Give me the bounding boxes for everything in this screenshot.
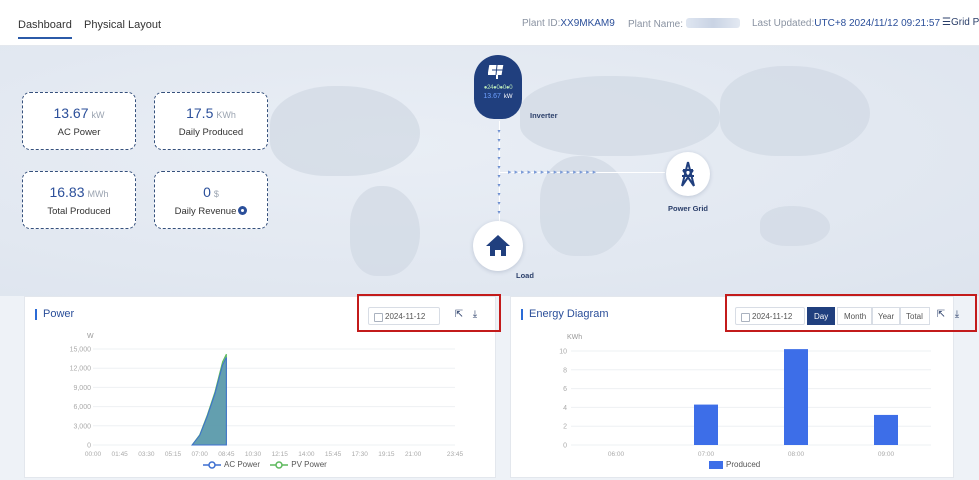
top-nav-bar: Dashboard Physical Layout Plant ID:XX9MK… (0, 0, 979, 46)
stat-total-produced: 16.83 MWh Total Produced (22, 171, 136, 229)
power-x-tick-label: 19:15 (378, 451, 395, 458)
tab-dashboard[interactable]: Dashboard (18, 19, 72, 39)
power-y-tick-label: 6,000 (73, 404, 91, 411)
energy-x-tick-label: 09:00 (878, 451, 895, 458)
power-x-tick-label: 23:45 (447, 451, 464, 458)
power-chart: W 15,000 12,000 9,000 6,000 3,000 000:00 01:45 0… (70, 333, 464, 458)
power-x-tick-label: 00:00 (85, 451, 102, 458)
flow-arrows-right: ▸▸▸▸▸▸▸▸▸▸▸▸▸▸ (508, 169, 600, 176)
load-label: Load (516, 271, 534, 280)
inverter-icon (488, 64, 504, 79)
power-y-tick-label: 15,000 (70, 347, 92, 354)
energy-legend: Produced (709, 460, 760, 469)
energy-y-tick-label: 8 (563, 367, 567, 374)
power-legend: AC Power PV Power (203, 460, 327, 469)
energy-chart: KWh 10 8 6 4 2 0 06:00 07:00 08:00 09:00 (559, 334, 931, 458)
power-x-tick-label: 05:15 (165, 451, 182, 458)
power-panel: Power 2024-11-12 ⇱ ⤓ W 15,000 12,000 9,000 6… (24, 294, 501, 478)
plant-id: Plant ID:XX9MKAM9 (522, 18, 615, 29)
stat-daily-produced: 17.5 KWh Daily Produced (154, 92, 268, 150)
inverter-label: Inverter (530, 111, 558, 120)
tab-physical-layout[interactable]: Physical Layout (84, 19, 161, 31)
load-node[interactable] (473, 221, 523, 271)
energy-x-tick-label: 08:00 (788, 451, 805, 458)
power-x-tick-label: 12:15 (272, 451, 289, 458)
inverter-status-leds: ●24●0●0●0 (483, 85, 513, 91)
stat-daily-revenue: 0 $ Daily Revenue (154, 171, 268, 229)
power-x-tick-label: 08:45 (218, 451, 235, 458)
energy-y-tick-label: 4 (563, 405, 567, 412)
menu-icon: ☰ (942, 17, 951, 28)
plant-name-redacted (686, 18, 741, 28)
legend-label-produced[interactable]: Produced (726, 460, 760, 469)
legend-label-ac-power[interactable]: AC Power (224, 460, 260, 469)
map-shape-north-america (270, 86, 420, 176)
power-y-axis-unit: W (87, 333, 94, 340)
highlight-box-power-controls (357, 294, 501, 332)
inverter-power-readout: 13.67 kW (483, 93, 513, 100)
power-y-tick-label: 12,000 (70, 366, 92, 373)
power-x-tick-label: 14:00 (298, 451, 315, 458)
power-y-tick-label: 0 (87, 443, 91, 450)
power-x-tick-label: 01:45 (112, 451, 129, 458)
home-icon (486, 235, 510, 256)
inverter-node[interactable]: ●24●0●0●0 13.67 kW (474, 55, 522, 119)
energy-panel-title: Energy Diagram (521, 309, 608, 320)
power-grid-label: Power Grid (668, 204, 709, 213)
power-x-tick-label: 15:45 (325, 451, 342, 458)
map-shape-asia (720, 66, 870, 156)
last-updated: Last Updated:UTC+8 2024/11/12 09:21:57 (752, 18, 941, 29)
power-x-tick-label: 21:00 (405, 451, 422, 458)
energy-panel: Energy Diagram 2024-11-12 Day Month Year… (510, 294, 977, 478)
energy-bar (874, 414, 898, 445)
flow-arrows-down: ▾ ▾ ▾ ▾ ▾ ▾ ▾ ▾ ▾ ▾ (497, 129, 501, 216)
energy-y-tick-label: 10 (559, 349, 567, 356)
power-y-tick-label: 9,000 (73, 385, 91, 392)
stat-ac-power: 13.67 kW AC Power (22, 92, 136, 150)
power-x-tick-label: 10:30 (245, 451, 262, 458)
legend-swatch-ac-power (203, 461, 221, 469)
power-panel-title: Power (35, 309, 74, 320)
energy-y-tick-label: 0 (563, 443, 567, 450)
energy-y-tick-label: 6 (563, 386, 567, 393)
energy-y-axis-unit: KWh (567, 334, 582, 341)
plant-name: Plant Name: (628, 18, 741, 30)
highlight-box-energy-controls (725, 294, 977, 332)
energy-x-tick-label: 07:00 (698, 451, 715, 458)
power-x-tick-label: 17:30 (352, 451, 369, 458)
power-x-tick-label: 07:00 (192, 451, 209, 458)
grid-profile-button[interactable]: ☰Grid Pr (942, 17, 979, 28)
map-shape-south-america (350, 186, 420, 276)
power-grid-node[interactable] (666, 152, 710, 196)
power-x-tick-label: 03:30 (138, 451, 155, 458)
settings-gear-icon[interactable] (238, 206, 248, 215)
map-shape-australia (760, 206, 830, 246)
energy-x-tick-label: 06:00 (608, 451, 625, 458)
legend-label-pv-power[interactable]: PV Power (291, 460, 327, 469)
transmission-tower-icon (681, 161, 695, 187)
energy-bar (694, 404, 718, 445)
legend-swatch-pv-power (270, 461, 289, 469)
power-area-ac-power (191, 357, 227, 446)
legend-swatch-produced (709, 460, 723, 469)
energy-bar (784, 349, 808, 445)
power-y-tick-label: 3,000 (73, 423, 91, 430)
energy-y-tick-label: 2 (563, 424, 567, 431)
